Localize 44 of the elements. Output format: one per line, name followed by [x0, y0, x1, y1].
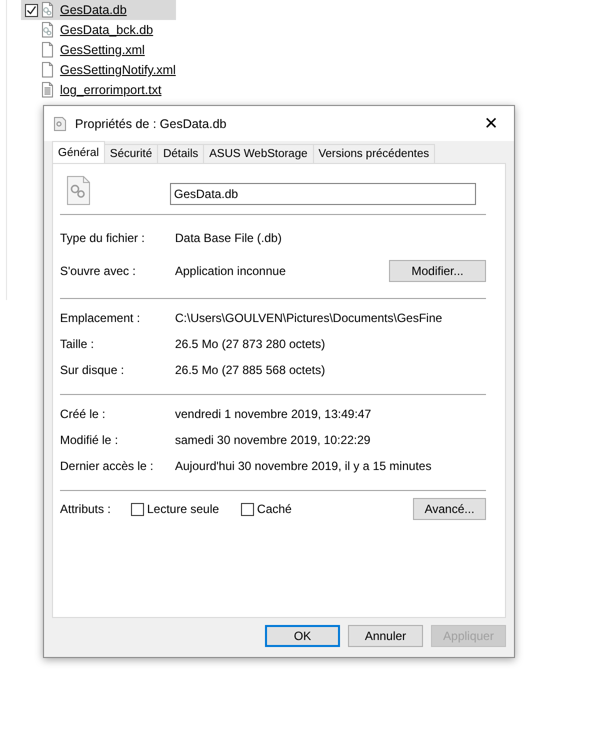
file-row[interactable]: GesData.db: [21, 0, 176, 20]
field-label: Taille :: [60, 337, 96, 351]
file-icon: [41, 42, 54, 58]
field-label: Emplacement :: [60, 311, 142, 325]
close-button[interactable]: ✕: [468, 106, 514, 141]
file-name: GesSettingNotify.xml: [60, 63, 176, 77]
checkbox-label: Lecture seule: [147, 502, 220, 516]
tab[interactable]: Versions précédentes: [312, 144, 436, 163]
checkbox-label: Caché: [257, 502, 292, 516]
checkbox[interactable]: [25, 4, 38, 16]
field-label: S'ouvre avec :: [60, 264, 137, 278]
file-name: log_errorimport.txt: [60, 83, 162, 97]
advanced-button[interactable]: Avancé...: [413, 498, 486, 520]
window-title: Propriétés de : GesData.db: [75, 116, 228, 130]
checkbox[interactable]: [131, 502, 144, 516]
field-value: 26.5 Mo (27 885 568 octets): [175, 363, 326, 377]
checkbox[interactable]: [241, 502, 254, 516]
field-label: Créé le :: [60, 407, 106, 421]
field-label: Sur disque :: [60, 363, 126, 377]
field-value: Aujourd'hui 30 novembre 2019, il y a 15 minutes: [175, 459, 432, 473]
dialog-button[interactable]: Annuler: [348, 625, 423, 647]
field-value: Data Base File (.db): [175, 230, 283, 244]
field-label: Dernier accès le :: [60, 459, 154, 473]
field-value: samedi 30 novembre 2019, 10:22:29: [175, 433, 372, 447]
file-row[interactable]: log_errorimport.txt: [21, 80, 176, 100]
field-value: vendredi 1 novembre 2019, 13:49:47: [175, 407, 372, 421]
field-value: C:\Users\GOULVEN\Pictures\Documents\GesFine: [175, 311, 444, 325]
file-name: GesData_bck.db: [60, 23, 154, 37]
field-value: Application inconnue: [175, 264, 287, 278]
field-label: Type du fichier :: [60, 230, 146, 244]
field-value: 26.5 Mo (27 873 280 octets): [175, 337, 326, 351]
tab[interactable]: Général: [52, 141, 105, 163]
file-name: GesData.db: [60, 3, 127, 17]
field-label: Modifié le :: [60, 433, 120, 447]
file-row[interactable]: GesData_bck.db: [21, 20, 176, 40]
modify-button[interactable]: Modifier...: [389, 260, 486, 282]
file-name-field[interactable]: GesData.db: [170, 183, 476, 205]
text-file-icon: [41, 82, 54, 98]
dialog-button[interactable]: OK: [265, 625, 340, 647]
file-name: GesSetting.xml: [60, 43, 145, 57]
field-label: Attributs :: [60, 502, 112, 516]
file-icon: [41, 62, 54, 78]
file-row[interactable]: GesSetting.xml: [21, 40, 176, 60]
file-row[interactable]: GesSettingNotify.xml: [21, 60, 176, 80]
